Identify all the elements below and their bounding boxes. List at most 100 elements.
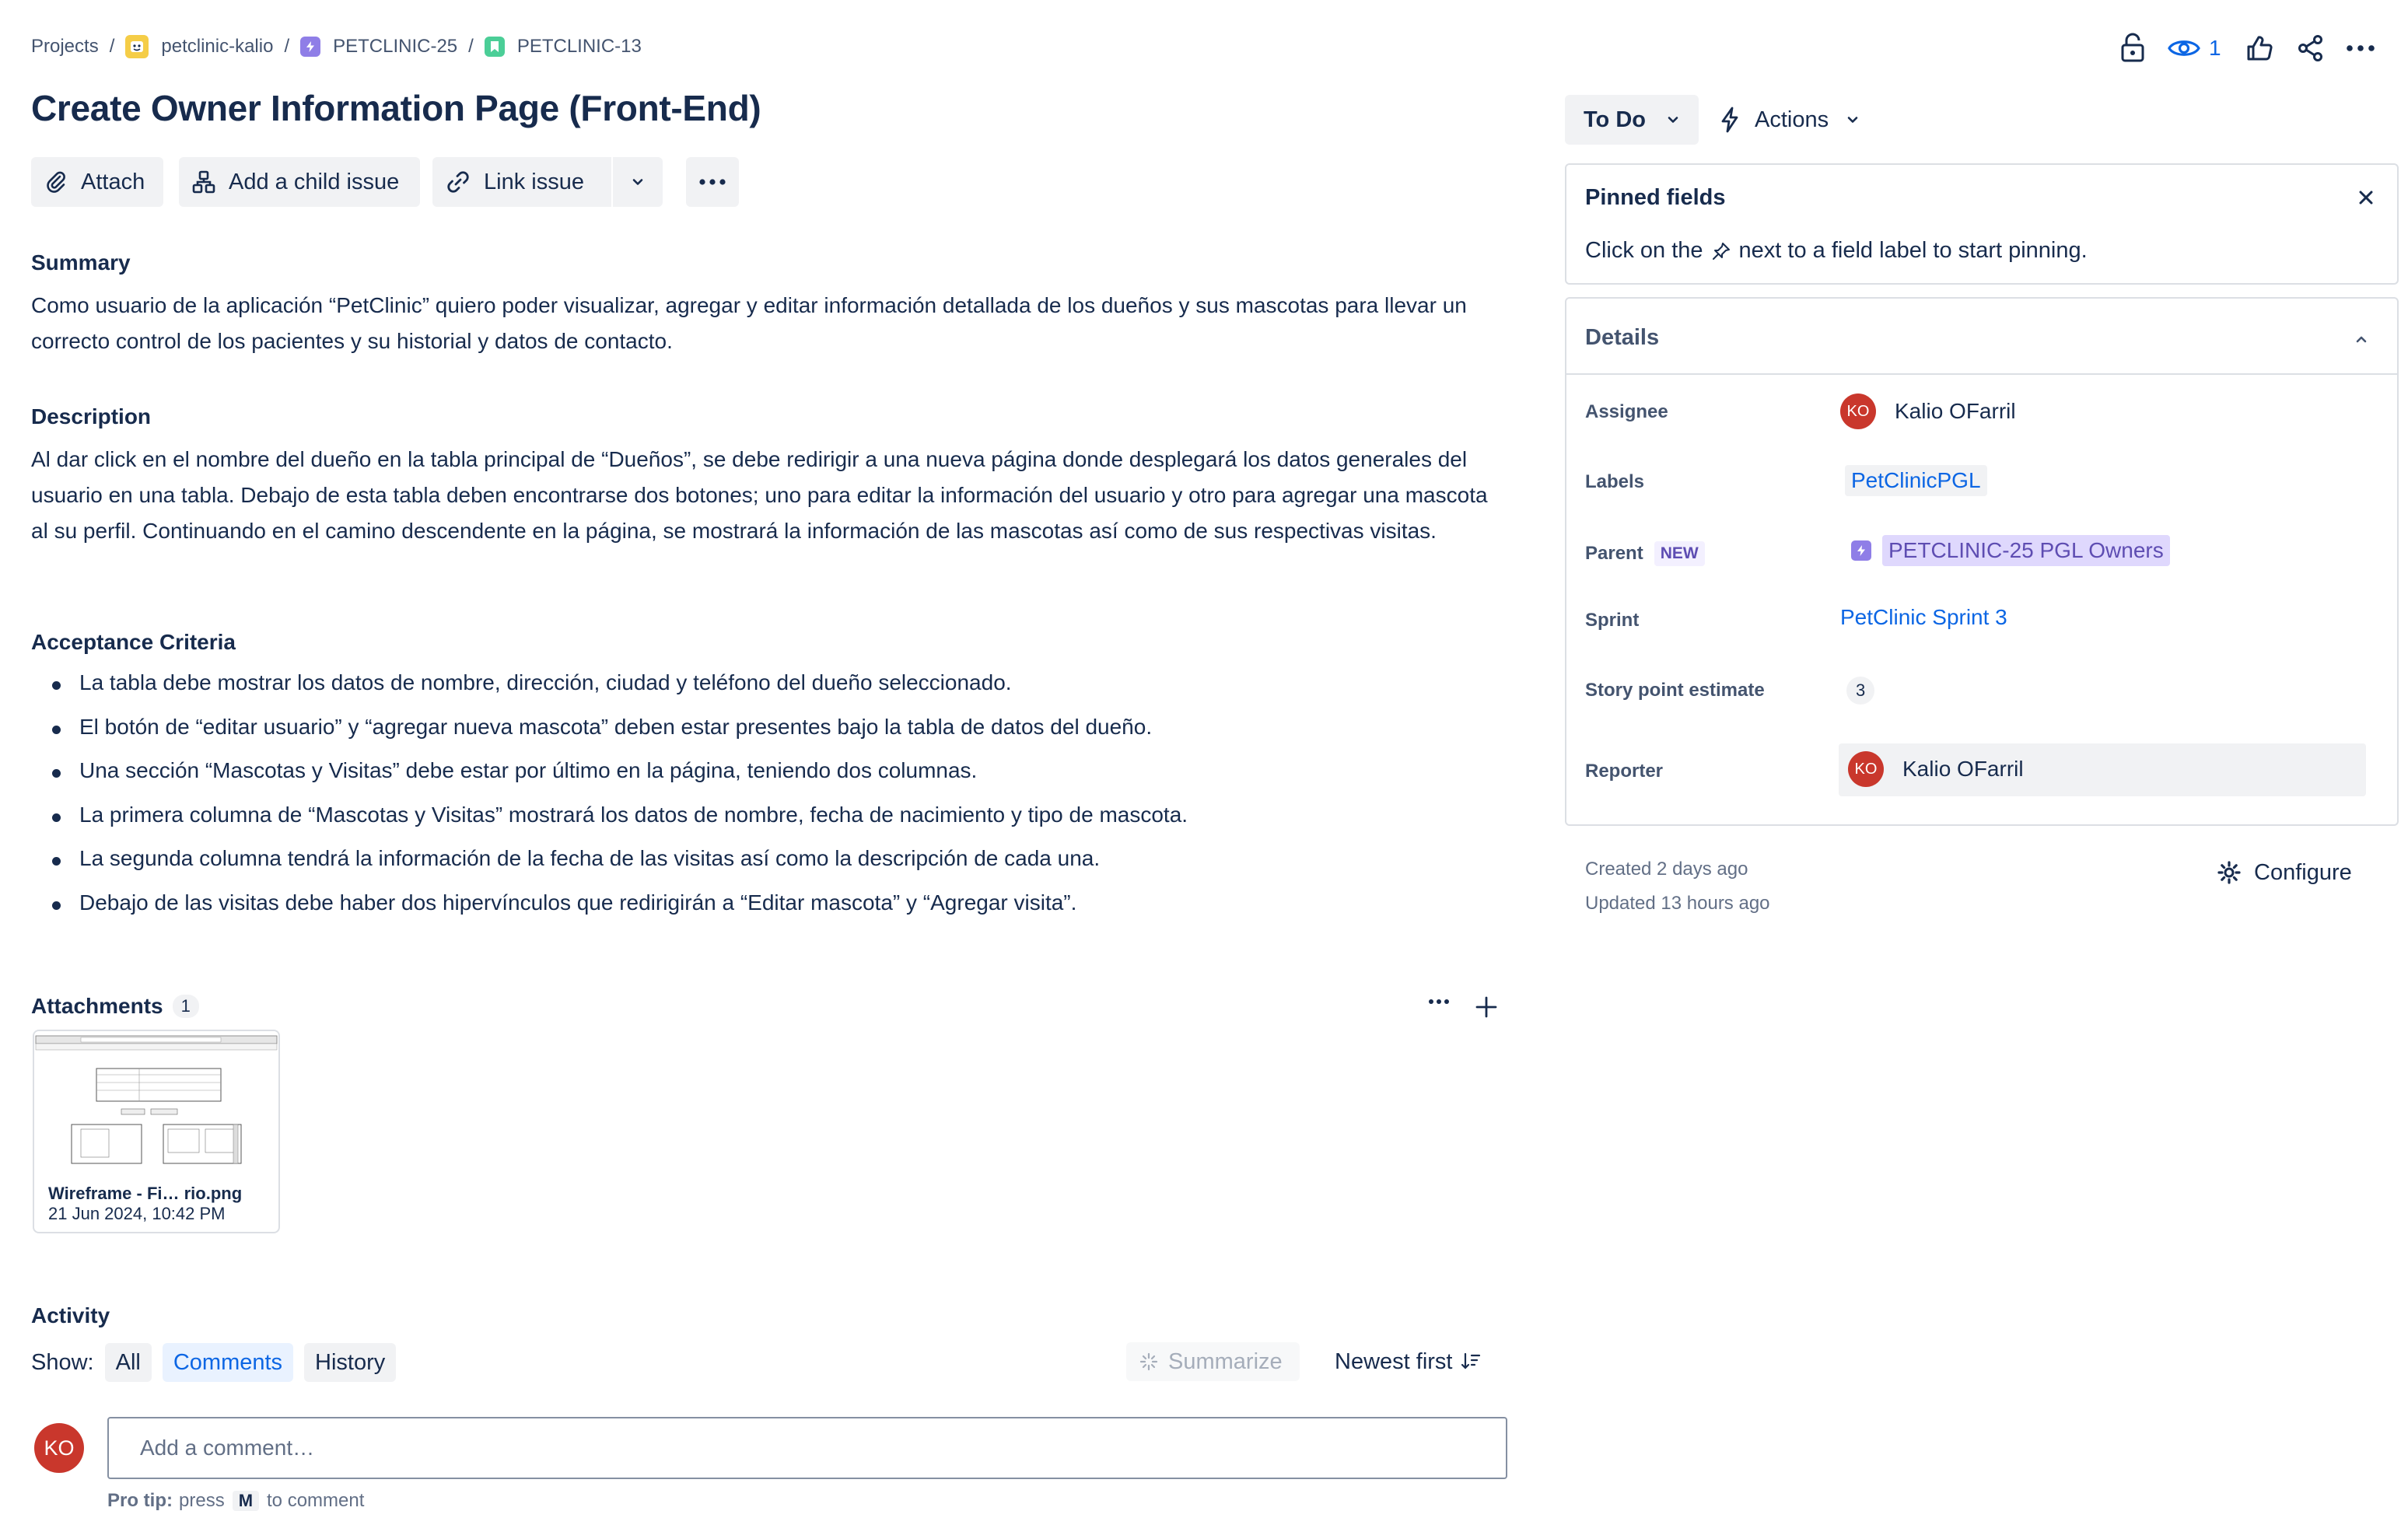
link-issue-label: Link issue — [484, 169, 584, 194]
story-points-badge: 3 — [1846, 677, 1875, 705]
epic-icon — [300, 37, 321, 57]
attachment-date: 21 Jun 2024, 10:42 PM — [48, 1204, 226, 1223]
story-points-field[interactable]: 3 — [1846, 677, 1875, 705]
chevron-up-icon[interactable] — [2354, 331, 2369, 347]
avatar: KO — [34, 1423, 84, 1473]
list-item: Una sección “Mascotas y Visitas” debe es… — [31, 754, 1493, 798]
parent-field[interactable]: PETCLINIC-25 PGL Owners — [1851, 535, 2170, 566]
breadcrumb-separator: / — [284, 36, 290, 57]
filter-all[interactable]: All — [104, 1343, 152, 1382]
lightning-icon — [1719, 107, 1741, 133]
sprint-label: Sprint — [1585, 610, 1640, 631]
labels-field[interactable]: PetClinicPGL — [1845, 465, 1987, 496]
show-label: Show: — [31, 1349, 94, 1375]
list-item: La tabla debe mostrar los datos de nombr… — [31, 666, 1493, 710]
reporter-value: KO Kalio OFarril — [1848, 751, 2024, 787]
story-points-label: Story point estimate — [1585, 680, 1765, 701]
pin-icon — [1711, 241, 1731, 261]
status-dropdown[interactable]: To Do — [1565, 95, 1699, 145]
description-heading: Description — [31, 404, 152, 428]
labels-label: Labels — [1585, 471, 1645, 492]
close-icon[interactable] — [2357, 188, 2375, 207]
link-issue-button[interactable]: Link issue — [432, 157, 611, 207]
share-icon[interactable] — [2296, 33, 2326, 63]
story-icon — [484, 37, 505, 57]
more-icon — [698, 178, 726, 186]
new-badge: NEW — [1654, 541, 1705, 566]
avatar: KO — [1848, 751, 1884, 787]
attachments-count: 1 — [172, 995, 199, 1018]
epic-icon — [1851, 540, 1871, 561]
more-actions-button[interactable] — [686, 157, 739, 207]
breadcrumb-epic[interactable]: PETCLINIC-25 — [333, 36, 457, 58]
chevron-down-icon — [1844, 111, 1861, 128]
parent-link[interactable]: PETCLINIC-25 PGL Owners — [1882, 535, 2170, 566]
sort-button[interactable]: Newest first — [1335, 1342, 1482, 1381]
breadcrumb-issue[interactable]: PETCLINIC-13 — [517, 36, 642, 58]
list-item: Debajo de las visitas debe haber dos hip… — [31, 886, 1493, 930]
breadcrumb-project[interactable]: petclinic-kalio — [161, 36, 273, 58]
link-icon — [445, 169, 471, 195]
configure-button[interactable]: Configure — [2217, 855, 2352, 890]
summary-text[interactable]: Como usuario de la aplicación “PetClinic… — [31, 288, 1493, 359]
watch-count: 1 — [2209, 36, 2221, 60]
breadcrumb-separator: / — [109, 36, 115, 57]
activity-heading: Activity — [31, 1303, 110, 1327]
pinned-fields-panel: Pinned fields Click on the next to a fie… — [1565, 163, 2399, 285]
assignee-field[interactable]: KO Kalio OFarril — [1840, 393, 2016, 429]
attachments-more-icon[interactable] — [1428, 999, 1450, 1005]
pro-tip: Pro tip: press M to comment — [107, 1490, 365, 1511]
shortcut-key: M — [232, 1491, 260, 1511]
acceptance-list: La tabla debe mostrar los datos de nombr… — [31, 666, 1493, 930]
add-child-issue-button[interactable]: Add a child issue — [179, 157, 420, 207]
more-icon[interactable] — [2346, 44, 2375, 52]
sparkle-icon — [1139, 1352, 1159, 1372]
chevron-down-icon — [629, 173, 646, 191]
issue-title[interactable]: Create Owner Information Page (Front-End… — [31, 87, 761, 129]
breadcrumb-projects[interactable]: Projects — [31, 36, 99, 58]
parent-label: Parent NEW — [1585, 541, 1705, 566]
updated-text: Updated 13 hours ago — [1585, 893, 1770, 914]
breadcrumb: Projects / petclinic-kalio / PETCLINIC-2… — [31, 33, 642, 61]
activity-filter-row: Show: All Comments History — [31, 1342, 397, 1383]
paperclip-icon — [44, 170, 68, 194]
label-tag[interactable]: PetClinicPGL — [1845, 465, 1987, 496]
actions-dropdown[interactable]: Actions — [1719, 95, 1861, 145]
like-icon[interactable] — [2245, 33, 2274, 63]
attach-label: Attach — [81, 169, 145, 194]
chevron-down-icon — [1664, 111, 1682, 128]
summarize-button[interactable]: Summarize — [1126, 1342, 1300, 1381]
created-text: Created 2 days ago — [1585, 859, 1748, 880]
list-item: La segunda columna tendrá la información… — [31, 841, 1493, 886]
hierarchy-icon — [191, 170, 216, 194]
assignee-label: Assignee — [1585, 401, 1668, 422]
filter-history[interactable]: History — [304, 1343, 397, 1382]
plus-icon[interactable] — [1475, 995, 1498, 1019]
attachment-thumbnail — [34, 1031, 278, 1179]
sprint-link[interactable]: PetClinic Sprint 3 — [1840, 605, 2007, 630]
sort-icon — [1460, 1351, 1482, 1373]
gear-icon — [2217, 860, 2242, 885]
acceptance-heading: Acceptance Criteria — [31, 630, 236, 654]
list-item: La primera columna de “Mascotas y Visita… — [31, 798, 1493, 842]
lock-icon[interactable] — [2119, 33, 2147, 64]
eye-icon[interactable]: 1 — [2167, 36, 2221, 61]
details-panel: Details Assignee KO Kalio OFarril Labels… — [1565, 297, 2399, 826]
details-heading[interactable]: Details — [1585, 325, 1659, 351]
breadcrumb-separator: / — [468, 36, 474, 57]
attachment-card[interactable]: Wireframe - Fi… rio.png 21 Jun 2024, 10:… — [33, 1030, 280, 1233]
divider — [1566, 373, 2397, 375]
add-child-label: Add a child issue — [229, 169, 400, 194]
list-item: El botón de “editar usuario” y “agregar … — [31, 710, 1493, 754]
pinned-fields-hint: Click on the next to a field label to st… — [1585, 238, 2088, 263]
attachment-filename: Wireframe - Fi… rio.png — [48, 1184, 243, 1203]
pinned-fields-heading: Pinned fields — [1585, 185, 1726, 210]
attachments-heading: Attachments 1 — [31, 994, 199, 1019]
reporter-label: Reporter — [1585, 761, 1664, 782]
comment-input[interactable]: Add a comment… — [107, 1417, 1507, 1479]
avatar: KO — [1840, 393, 1876, 429]
filter-comments[interactable]: Comments — [162, 1343, 294, 1382]
description-text[interactable]: Al dar click en el nombre del dueño en l… — [31, 442, 1493, 549]
link-issue-dropdown[interactable] — [613, 157, 663, 207]
attach-button[interactable]: Attach — [31, 157, 163, 207]
